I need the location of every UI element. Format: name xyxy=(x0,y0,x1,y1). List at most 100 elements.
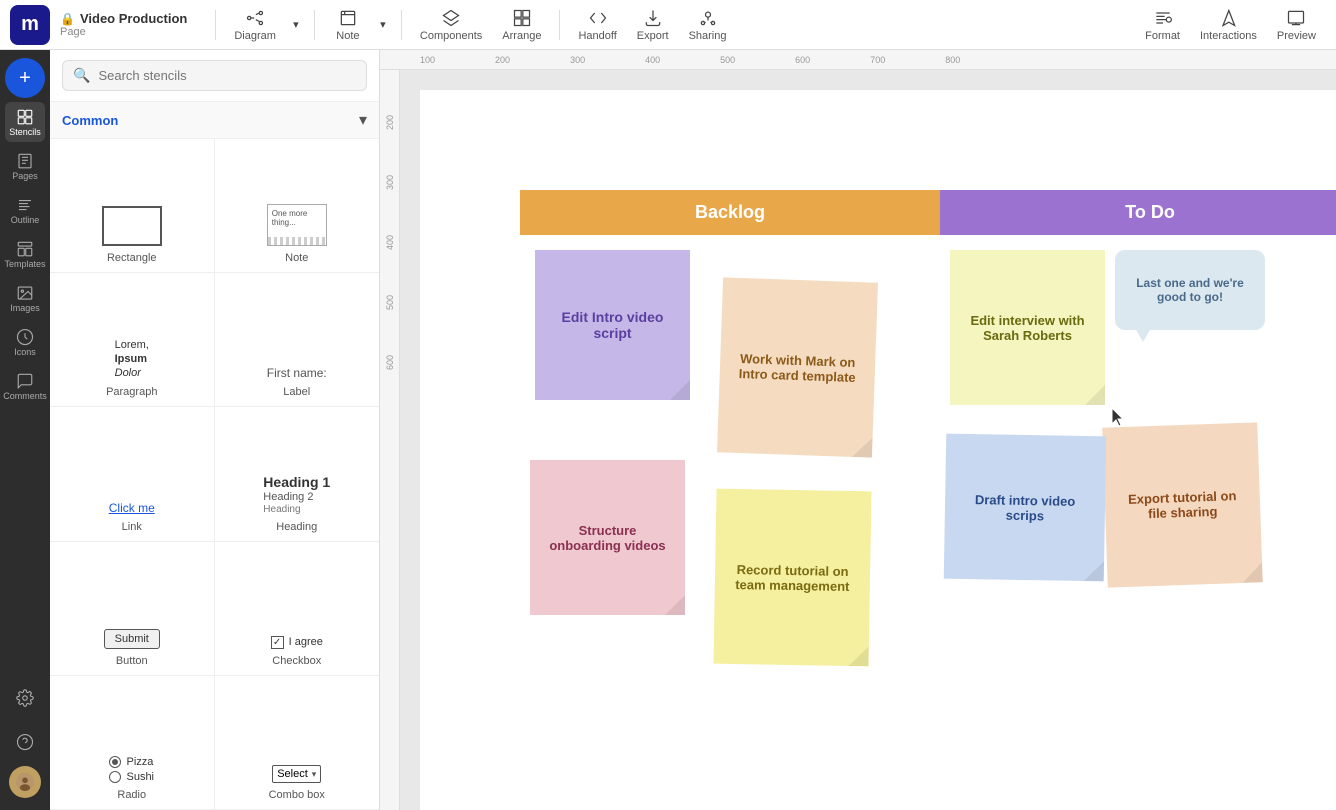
format-label: Format xyxy=(1145,30,1180,42)
sidebar-item-icons[interactable]: Icons xyxy=(5,322,45,362)
stencil-radio[interactable]: Pizza Sushi Radio xyxy=(50,676,215,810)
diagram-arrow[interactable]: ▾ xyxy=(286,14,306,35)
interactions-label: Interactions xyxy=(1200,30,1257,42)
search-wrapper[interactable]: 🔍 xyxy=(62,60,367,91)
stencil-checkbox[interactable]: ✓ I agree Checkbox xyxy=(215,542,380,676)
project-subtitle: Page xyxy=(60,26,187,38)
card-edit-intro[interactable]: Edit Intro video script xyxy=(535,250,690,400)
stencil-heading[interactable]: Heading 1 Heading 2 Heading Heading xyxy=(215,407,380,541)
sharing-button[interactable]: Sharing xyxy=(679,4,737,46)
checkbox-label: Checkbox xyxy=(272,655,321,667)
sticky-corner xyxy=(670,380,690,400)
sidebar-item-templates[interactable]: Templates xyxy=(5,234,45,274)
sidebar-item-comments[interactable]: Comments xyxy=(5,366,45,406)
canvas-inner[interactable]: Backlog Edit Intro video script Work wit… xyxy=(420,90,1336,810)
stencil-button[interactable]: Submit Button xyxy=(50,542,215,676)
arrange-label: Arrange xyxy=(502,30,541,42)
rectangle-shape xyxy=(102,206,162,246)
format-button[interactable]: Format xyxy=(1135,4,1190,46)
card-record-tutorial[interactable]: Record tutorial on team management xyxy=(713,489,871,667)
ruler-mark-400: 400 xyxy=(645,55,660,65)
backlog-body[interactable]: Edit Intro video script Work with Mark o… xyxy=(520,235,940,785)
todo-column: To Do Edit interview with Sarah Roberts … xyxy=(940,190,1336,785)
stencil-combo-box[interactable]: Select ▾ Combo box xyxy=(215,676,380,810)
card-structure-onboarding[interactable]: Structure onboarding videos xyxy=(530,460,685,615)
preview-button[interactable]: Preview xyxy=(1267,4,1326,46)
ruler-mark-300: 300 xyxy=(570,55,585,65)
canvas-content[interactable]: Backlog Edit Intro video script Work wit… xyxy=(400,70,1336,810)
sharing-label: Sharing xyxy=(689,30,727,42)
card-work-mark[interactable]: Work with Mark on Intro card template xyxy=(717,277,878,457)
ruler-mark-600: 600 xyxy=(795,55,810,65)
label-shape: First name: xyxy=(267,366,327,380)
diagram-button[interactable]: Diagram xyxy=(224,4,286,46)
canvas-area[interactable]: 100 200 300 400 500 600 700 800 200 300 … xyxy=(380,50,1336,810)
note-label: Note xyxy=(285,252,308,264)
card-edit-interview[interactable]: Edit interview with Sarah Roberts xyxy=(950,250,1105,405)
sticky-corner xyxy=(665,595,685,615)
stencil-paragraph[interactable]: Lorem,IpsumDolor Paragraph xyxy=(50,273,215,407)
export-button[interactable]: Export xyxy=(627,4,679,46)
sidebar-item-pages[interactable]: Pages xyxy=(5,146,45,186)
user-avatar[interactable] xyxy=(9,766,41,798)
section-title: Common xyxy=(62,113,118,128)
sidebar-icons: + Stencils Pages Outline Templa xyxy=(0,50,50,810)
link-label: Link xyxy=(122,521,142,533)
card-export-tutorial[interactable]: Export tutorial on file sharing xyxy=(1102,422,1262,587)
ruler-top: 100 200 300 400 500 600 700 800 xyxy=(380,50,1336,70)
toolbar: m 🔒 Video Production Page Diagram ▾ Note… xyxy=(0,0,1336,50)
project-title: 🔒 Video Production Page xyxy=(60,11,187,38)
ruler-mark-500: 500 xyxy=(720,55,735,65)
stencil-link[interactable]: Click me Link xyxy=(50,407,215,541)
stencil-rectangle[interactable]: Rectangle xyxy=(50,139,215,273)
stencils-section-header[interactable]: Common ▾ xyxy=(50,102,379,139)
toolbar-separator-2 xyxy=(314,10,315,40)
sticky-corner xyxy=(848,646,868,666)
lock-icon: 🔒 xyxy=(60,12,75,26)
sticky-corner xyxy=(1085,385,1105,405)
note-button[interactable]: Note xyxy=(323,4,373,46)
arrange-button[interactable]: Arrange xyxy=(492,4,551,46)
heading-shape: Heading 1 Heading 2 Heading xyxy=(263,474,330,515)
toolbar-separator-4 xyxy=(559,10,560,40)
interactions-button[interactable]: Interactions xyxy=(1190,4,1267,46)
button-shape: Submit xyxy=(104,629,160,649)
todo-body[interactable]: Edit interview with Sarah Roberts Last o… xyxy=(940,235,1336,785)
backlog-header: Backlog xyxy=(520,190,940,235)
checkbox-shape: ✓ I agree xyxy=(271,636,323,649)
app-logo[interactable]: m xyxy=(10,5,50,45)
diagram-label: Diagram xyxy=(234,30,276,42)
note-label: Note xyxy=(336,30,359,42)
stencils-grid: Rectangle One more thing... Note Lorem,I… xyxy=(50,139,379,810)
components-label: Components xyxy=(420,30,482,42)
ruler-mark-700: 700 xyxy=(870,55,885,65)
ruler-mark-800: 800 xyxy=(945,55,960,65)
kanban-board: Backlog Edit Intro video script Work wit… xyxy=(520,190,1336,785)
sidebar-templates-label: Templates xyxy=(4,259,45,269)
add-button[interactable]: + xyxy=(5,58,45,98)
card-draft-intro[interactable]: Draft intro video scrips xyxy=(944,434,1107,582)
sidebar-item-images[interactable]: Images xyxy=(5,278,45,318)
code-button[interactable]: Handoff xyxy=(568,4,626,46)
search-area: 🔍 xyxy=(50,50,379,102)
stencils-panel: 🔍 Common ▾ Rectangle One more thing... N… xyxy=(50,50,380,810)
sidebar-item-outline[interactable]: Outline xyxy=(5,190,45,230)
sidebar-comments-label: Comments xyxy=(3,391,47,401)
toolbar-separator-3 xyxy=(401,10,402,40)
rectangle-label: Rectangle xyxy=(107,252,157,264)
radio-shape: Pizza Sushi xyxy=(109,756,154,783)
backlog-column: Backlog Edit Intro video script Work wit… xyxy=(520,190,940,785)
search-input[interactable] xyxy=(98,68,356,83)
sticky-corner xyxy=(1242,562,1263,583)
combo-box-label: Combo box xyxy=(269,789,325,801)
components-button[interactable]: Components xyxy=(410,4,492,46)
settings-button[interactable] xyxy=(5,678,45,718)
help-button[interactable] xyxy=(5,722,45,762)
card-last-one[interactable]: Last one and we're good to go! xyxy=(1115,250,1265,330)
sidebar-item-stencils[interactable]: Stencils xyxy=(5,102,45,142)
stencil-note[interactable]: One more thing... Note xyxy=(215,139,380,273)
speech-bubble-tail xyxy=(1135,328,1151,342)
note-arrow[interactable]: ▾ xyxy=(373,14,393,35)
stencil-label[interactable]: First name: Label xyxy=(215,273,380,407)
preview-label: Preview xyxy=(1277,30,1316,42)
